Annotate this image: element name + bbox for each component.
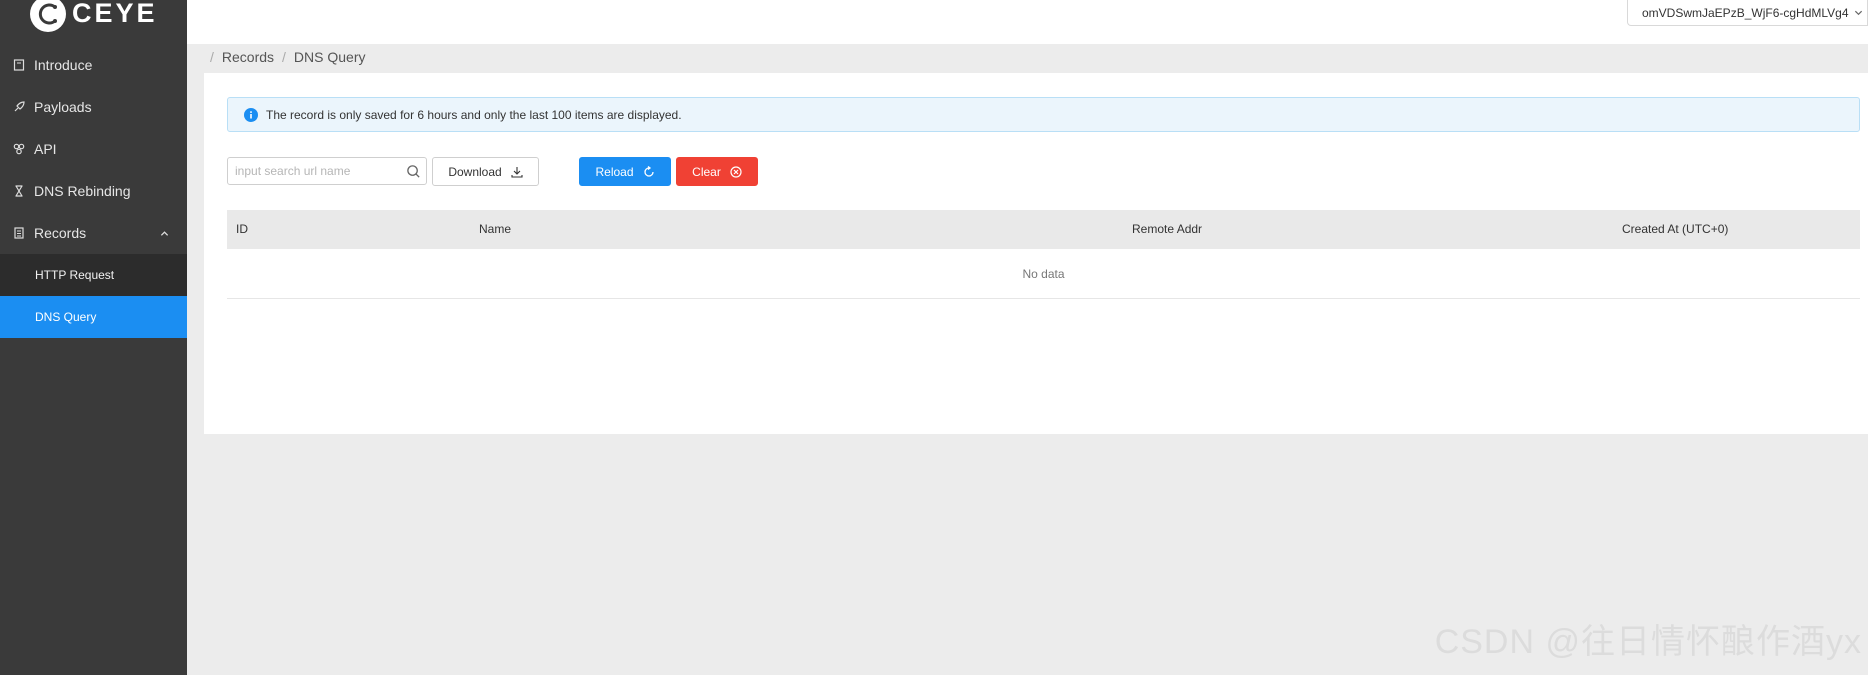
chevron-up-icon xyxy=(160,230,169,236)
chevron-down-icon xyxy=(1854,10,1863,16)
reload-label: Reload xyxy=(595,164,634,179)
empty-text: No data xyxy=(1022,266,1065,281)
book-icon xyxy=(12,58,26,72)
hourglass-icon xyxy=(12,184,26,198)
info-icon xyxy=(244,107,258,122)
reload-icon xyxy=(643,165,654,177)
user-token: omVDSwmJaEPzB_WjF6-cgHdMLVg4 xyxy=(1642,5,1849,20)
api-icon xyxy=(12,142,26,156)
info-alert: The record is only saved for 6 hours and… xyxy=(227,97,1860,132)
sidebar-item-label: API xyxy=(34,141,57,157)
top-header: omVDSwmJaEPzB_WjF6-cgHdMLVg4 xyxy=(187,0,1868,44)
sidebar-item-dns-query[interactable]: DNS Query xyxy=(0,296,187,338)
reload-button[interactable]: Reload xyxy=(579,157,671,186)
sidebar-item-introduce[interactable]: Introduce xyxy=(0,44,187,86)
user-token-select[interactable]: omVDSwmJaEPzB_WjF6-cgHdMLVg4 xyxy=(1627,0,1868,26)
clear-label: Clear xyxy=(692,164,721,179)
breadcrumb-separator: / xyxy=(282,49,286,65)
download-button[interactable]: Download xyxy=(432,157,539,186)
ceye-logo-icon xyxy=(30,0,66,32)
column-header-remote-addr: Remote Addr xyxy=(1132,222,1203,236)
sidebar-item-http-request[interactable]: HTTP Request xyxy=(0,254,187,296)
search-icon[interactable] xyxy=(406,164,421,179)
column-header-id: ID xyxy=(236,222,248,236)
search-box xyxy=(227,157,427,185)
rocket-icon xyxy=(12,100,26,114)
toolbar: Download Reload Clear xyxy=(227,157,827,186)
breadcrumb-item-records[interactable]: Records xyxy=(222,49,274,65)
logo-text: CEYE xyxy=(72,0,158,28)
breadcrumb-separator: / xyxy=(210,49,214,65)
logo[interactable]: CEYE xyxy=(28,0,158,36)
download-label: Download xyxy=(448,164,502,179)
sidebar-item-label: Records xyxy=(34,225,87,241)
breadcrumb-item-dns-query: DNS Query xyxy=(293,49,366,65)
breadcrumb: / Records / DNS Query xyxy=(210,49,366,65)
sidebar-item-label: Payloads xyxy=(34,99,92,115)
search-input[interactable] xyxy=(228,158,398,184)
sidebar-nav: Introduce Payloads API DNS Rebinding Rec… xyxy=(0,44,187,338)
sidebar-item-payloads[interactable]: Payloads xyxy=(0,86,187,128)
sidebar-item-dns-rebinding[interactable]: DNS Rebinding xyxy=(0,170,187,212)
close-circle-icon xyxy=(730,165,742,178)
clear-button[interactable]: Clear xyxy=(676,157,758,186)
records-table: ID Name Remote Addr Created At (UTC+0) N… xyxy=(227,210,1860,299)
records-submenu: HTTP Request DNS Query xyxy=(0,254,187,338)
sidebar-item-records[interactable]: Records xyxy=(0,212,187,254)
download-icon xyxy=(511,166,523,178)
sidebar-item-label: Introduce xyxy=(34,57,93,73)
column-header-name: Name xyxy=(479,222,512,236)
sidebar-item-label: DNS Query xyxy=(35,310,97,324)
sidebar-item-label: HTTP Request xyxy=(35,268,115,282)
sidebar-item-label: DNS Rebinding xyxy=(34,183,131,199)
records-icon xyxy=(12,226,26,240)
content-panel: The record is only saved for 6 hours and… xyxy=(204,73,1868,434)
table-header: ID Name Remote Addr Created At (UTC+0) xyxy=(227,210,1860,249)
table-empty-row: No data xyxy=(227,249,1860,299)
column-header-created-at: Created At (UTC+0) xyxy=(1622,222,1729,236)
watermark: CSDN @往日情怀酿作酒yx xyxy=(1434,623,1862,661)
alert-text: The record is only saved for 6 hours and… xyxy=(266,107,682,122)
sidebar-item-api[interactable]: API xyxy=(0,128,187,170)
sidebar: CEYE Introduce Payloads API DNS Rebindin… xyxy=(0,0,187,675)
